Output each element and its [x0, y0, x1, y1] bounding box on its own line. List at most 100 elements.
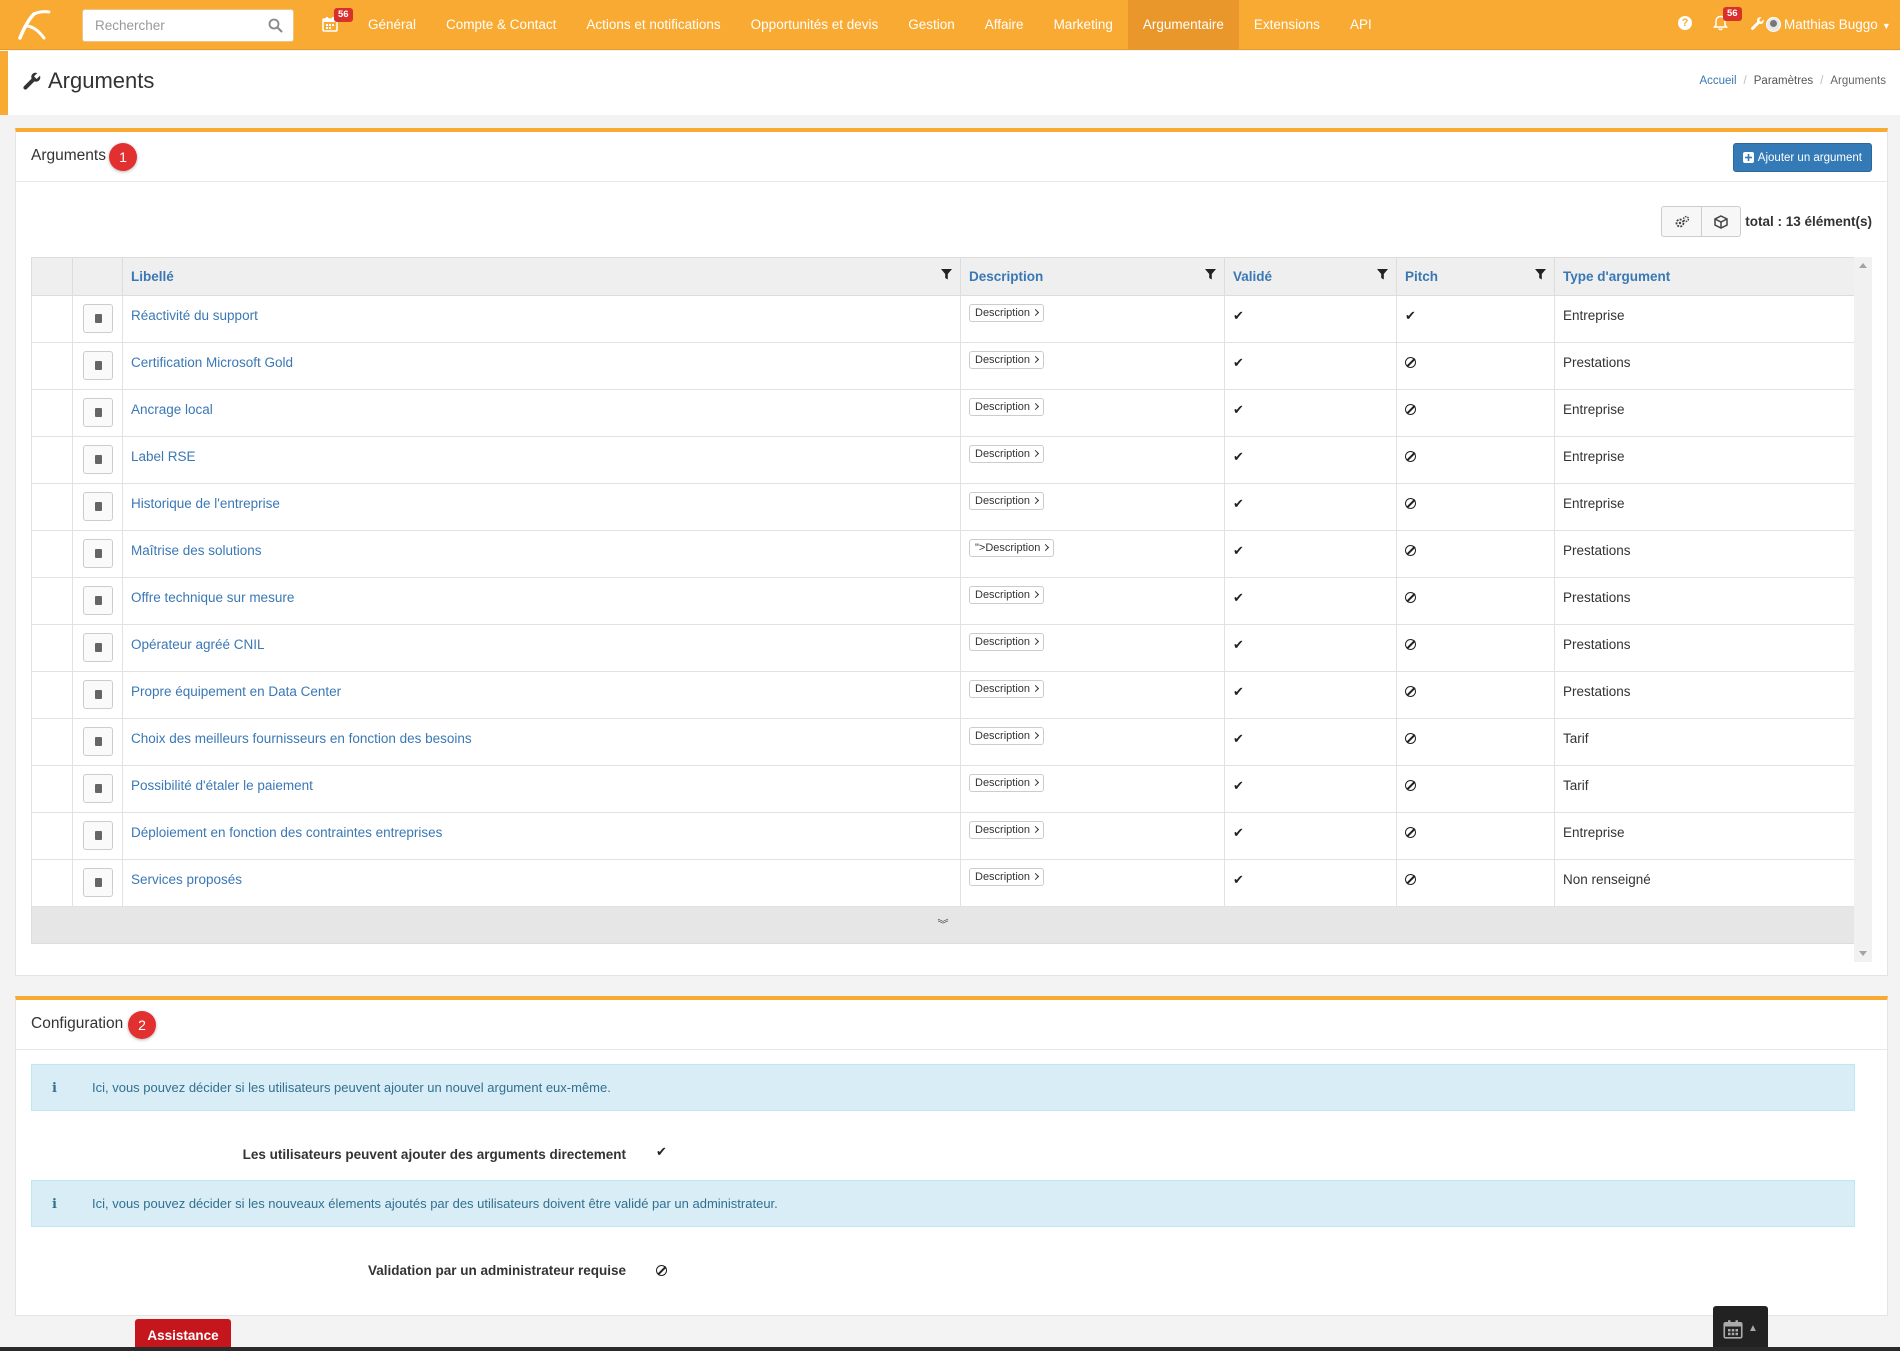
description-button[interactable]: Description — [969, 727, 1045, 745]
columns-settings-button[interactable] — [1662, 207, 1701, 236]
header-pitch[interactable]: Pitch — [1396, 257, 1555, 296]
setting-admin-validation-toggle[interactable] — [656, 1263, 667, 1278]
nav-gestion[interactable]: Gestion — [893, 0, 970, 50]
description-cell: Description — [960, 342, 1225, 390]
breadcrumb-parametres[interactable]: Paramètres — [1754, 75, 1813, 87]
scroll-down-arrow[interactable] — [1859, 951, 1867, 956]
row-edit-button[interactable] — [82, 821, 113, 850]
argument-label[interactable]: Offre technique sur mesure — [122, 577, 961, 625]
description-button[interactable]: Description — [969, 304, 1045, 322]
row-select-cell[interactable] — [31, 530, 73, 578]
pitch-cell — [1396, 765, 1555, 813]
row-select-cell[interactable] — [31, 577, 73, 625]
row-edit-button[interactable] — [82, 304, 113, 333]
nav-marketing[interactable]: Marketing — [1039, 0, 1128, 50]
user-menu[interactable]: Matthias Buggo ▼ — [1766, 0, 1891, 50]
chevron-right-icon — [1031, 637, 1040, 646]
argument-label[interactable]: Historique de l'entreprise — [122, 483, 961, 531]
breadcrumb-accueil[interactable]: Accueil — [1699, 75, 1736, 87]
argument-label[interactable]: Label RSE — [122, 436, 961, 484]
argument-label[interactable]: Opérateur agréé CNIL — [122, 624, 961, 672]
row-select-cell[interactable] — [31, 859, 73, 907]
row-select-cell[interactable] — [31, 671, 73, 719]
description-button[interactable]: Description — [969, 351, 1045, 369]
app-logo[interactable] — [14, 8, 52, 42]
row-edit-button[interactable] — [82, 586, 113, 615]
argument-label[interactable]: Services proposés — [122, 859, 961, 907]
row-edit-button[interactable] — [82, 680, 113, 709]
argument-label[interactable]: Certification Microsoft Gold — [122, 342, 961, 390]
notifications-button[interactable]: 56 — [1713, 7, 1742, 34]
export-button[interactable] — [1701, 207, 1740, 236]
description-button[interactable]: Description — [969, 492, 1045, 510]
row-select-cell[interactable] — [31, 342, 73, 390]
row-edit-button[interactable] — [82, 351, 113, 380]
row-select-cell[interactable] — [31, 483, 73, 531]
table-scrollbar[interactable] — [1854, 257, 1872, 962]
nav-actions-notifications[interactable]: Actions et notifications — [571, 0, 735, 50]
argument-label[interactable]: Possibilité d'étaler le paiement — [122, 765, 961, 813]
filter-icon[interactable] — [1205, 269, 1216, 280]
row-select-cell[interactable] — [31, 389, 73, 437]
pitch-cell — [1396, 577, 1555, 625]
argument-label[interactable]: Déploiement en fonction des contraintes … — [122, 812, 961, 860]
add-argument-button[interactable]: Ajouter un argument — [1732, 143, 1872, 172]
chevron-right-icon — [1031, 590, 1040, 599]
description-button[interactable]: Description — [969, 868, 1045, 886]
row-edit-button[interactable] — [82, 398, 113, 427]
nav-opportunites-devis[interactable]: Opportunités et devis — [736, 0, 894, 50]
description-button[interactable]: Description — [969, 586, 1045, 604]
description-button[interactable]: ">Description — [969, 539, 1055, 557]
description-button[interactable]: Description — [969, 398, 1045, 416]
setting-users-can-add-toggle[interactable] — [656, 1144, 667, 1160]
scroll-up-arrow[interactable] — [1859, 263, 1867, 268]
description-button[interactable]: Description — [969, 774, 1045, 792]
wrench-icon[interactable] — [1750, 16, 1765, 31]
nav-api[interactable]: API — [1335, 0, 1387, 50]
row-edit-button[interactable] — [82, 492, 113, 521]
nav-compte-contact[interactable]: Compte & Contact — [431, 0, 571, 50]
row-action-cell — [72, 765, 123, 813]
row-edit-button[interactable] — [82, 868, 113, 897]
row-edit-button[interactable] — [82, 774, 113, 803]
filter-icon[interactable] — [941, 269, 952, 280]
caret-up-icon: ▲ — [1748, 1323, 1758, 1334]
argument-label[interactable]: Maîtrise des solutions — [122, 530, 961, 578]
row-select-cell[interactable] — [31, 765, 73, 813]
row-select-cell[interactable] — [31, 295, 73, 343]
argument-label[interactable]: Réactivité du support — [122, 295, 961, 343]
row-edit-button[interactable] — [82, 445, 113, 474]
nav-argumentaire[interactable]: Argumentaire — [1127, 0, 1239, 50]
row-select-cell[interactable] — [31, 624, 73, 672]
calendar-nav-button[interactable]: 56 — [322, 8, 353, 35]
header-type[interactable]: Type d'argument — [1554, 257, 1856, 296]
row-edit-button[interactable] — [82, 727, 113, 756]
search-input[interactable] — [83, 10, 253, 41]
header-libelle[interactable]: Libellé — [122, 257, 961, 296]
nav-affaire[interactable]: Affaire — [970, 0, 1039, 50]
description-button[interactable]: Description — [969, 445, 1045, 463]
nav-extensions[interactable]: Extensions — [1239, 0, 1335, 50]
header-description[interactable]: Description — [960, 257, 1225, 296]
row-edit-button[interactable] — [82, 633, 113, 662]
help-icon[interactable]: ? — [1678, 16, 1692, 30]
table-row: Services proposés Description Non renseign… — [31, 859, 1856, 907]
argument-label[interactable]: Propre équipement en Data Center — [122, 671, 961, 719]
filter-icon[interactable] — [1377, 269, 1388, 280]
header-valide[interactable]: Validé — [1224, 257, 1397, 296]
calendar-widget[interactable]: ▲ — [1713, 1306, 1768, 1351]
argument-label[interactable]: Ancrage local — [122, 389, 961, 437]
row-select-cell[interactable] — [31, 718, 73, 766]
nav-general[interactable]: Général — [353, 0, 431, 50]
row-edit-button[interactable] — [82, 539, 113, 568]
description-button[interactable]: Description — [969, 821, 1045, 839]
description-button[interactable]: Description — [969, 633, 1045, 651]
row-select-cell[interactable] — [31, 812, 73, 860]
filter-icon[interactable] — [1535, 269, 1546, 280]
search-icon[interactable] — [268, 18, 283, 33]
row-select-cell[interactable] — [31, 436, 73, 484]
description-button[interactable]: Description — [969, 680, 1045, 698]
chevron-right-icon — [1031, 402, 1040, 411]
load-more-button[interactable]: ︾ — [31, 907, 1855, 944]
argument-label[interactable]: Choix des meilleurs fournisseurs en fonc… — [122, 718, 961, 766]
